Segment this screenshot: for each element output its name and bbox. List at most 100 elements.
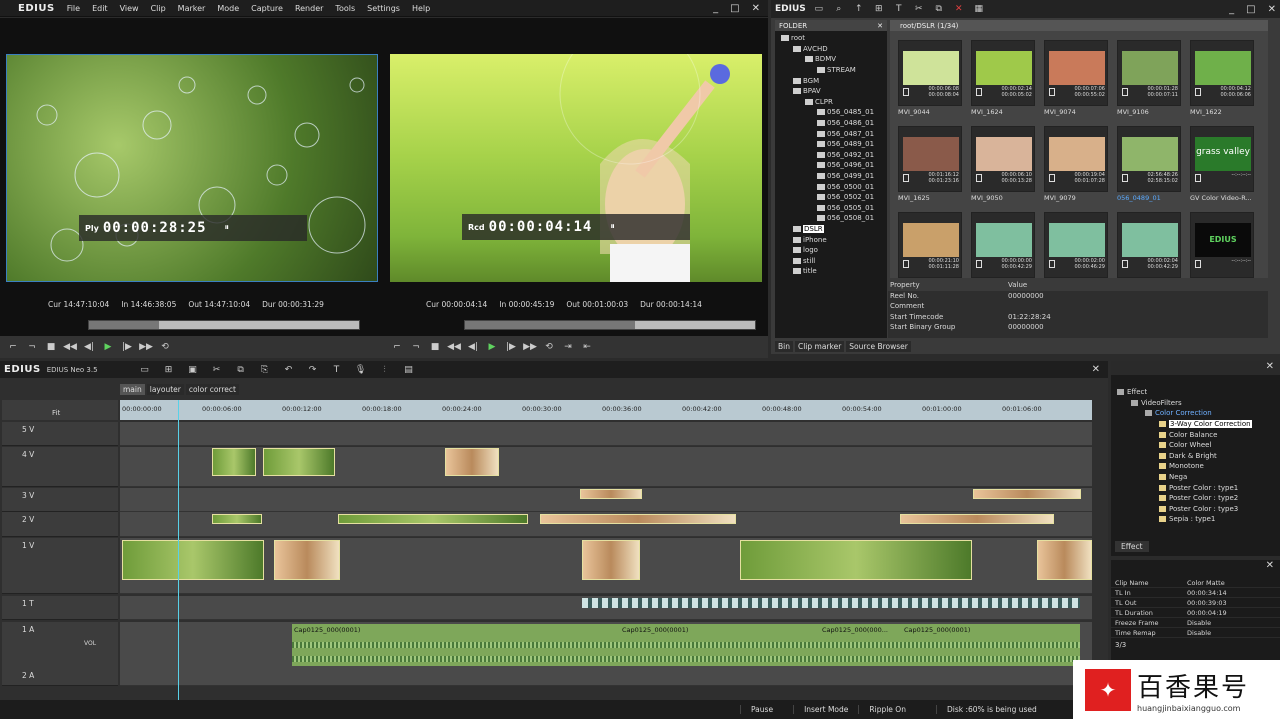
- timeline-clip[interactable]: [445, 448, 499, 476]
- track-header[interactable]: 1 A VOL: [2, 622, 118, 674]
- tree-item[interactable]: logo: [775, 245, 887, 256]
- tree-item[interactable]: BGM: [775, 75, 887, 86]
- clip-thumbnail[interactable]: 00:00:06:08 00:00:08:04: [898, 40, 962, 106]
- recorder-scrub-bar[interactable]: [464, 320, 756, 330]
- playhead[interactable]: [178, 400, 179, 700]
- timeline-clip[interactable]: [1037, 540, 1092, 580]
- menu-mode[interactable]: Mode: [211, 4, 245, 13]
- timeline-clip[interactable]: [122, 540, 264, 580]
- effect-item[interactable]: 3-Way Color Correction: [1111, 419, 1280, 430]
- clip-thumbnail[interactable]: 00:00:02:14 00:00:05:02: [971, 40, 1035, 106]
- menu-capture[interactable]: Capture: [245, 4, 289, 13]
- volume-label[interactable]: VOL: [84, 640, 96, 647]
- minimize-icon[interactable]: _: [713, 3, 718, 14]
- open-icon[interactable]: ⊞: [162, 364, 176, 376]
- track-header[interactable]: 5 V: [2, 422, 118, 446]
- step-back-icon[interactable]: ◀|: [82, 341, 96, 353]
- recorder-viewer[interactable]: Rcd 00:00:04:14 ⏸: [390, 54, 762, 282]
- fit-dropdown[interactable]: Fit: [52, 409, 60, 417]
- overwrite-icon[interactable]: ⇤: [580, 341, 594, 353]
- timeline-clip[interactable]: [274, 540, 340, 580]
- timeline-clip[interactable]: [540, 514, 736, 524]
- clip-thumbnail[interactable]: EDIUS --:--:--:--: [1190, 212, 1254, 278]
- timeline-clip[interactable]: [740, 540, 972, 580]
- mixer-icon[interactable]: ⫶: [378, 364, 392, 376]
- timeline-clip[interactable]: [582, 540, 640, 580]
- effect-item[interactable]: Nega: [1111, 472, 1280, 483]
- tree-item[interactable]: 056_0487_01: [775, 128, 887, 139]
- loop-icon[interactable]: ⟲: [158, 341, 172, 353]
- step-forward-icon[interactable]: |▶: [120, 341, 134, 353]
- timeline-clip[interactable]: [900, 514, 1054, 524]
- player-viewer[interactable]: Ply 00:00:28:25 ⏸: [6, 54, 378, 282]
- track-body[interactable]: [120, 422, 1092, 446]
- add-clip-icon[interactable]: ⊞: [872, 3, 886, 15]
- timeline-clip[interactable]: [212, 514, 262, 524]
- folder-close-icon[interactable]: ✕: [877, 22, 883, 30]
- tab-effect[interactable]: Effect: [1115, 541, 1149, 552]
- tree-item[interactable]: 056_0499_01: [775, 171, 887, 182]
- menu-file[interactable]: File: [61, 4, 86, 13]
- bin-maximize-icon[interactable]: □: [1246, 4, 1255, 15]
- title-icon[interactable]: T: [330, 364, 344, 376]
- timeline-clip[interactable]: [212, 448, 256, 476]
- tree-item[interactable]: 056_0502_01: [775, 192, 887, 203]
- effect-item[interactable]: Monotone: [1111, 461, 1280, 472]
- tree-item[interactable]: 056_0489_01: [775, 139, 887, 150]
- clip-thumbnail[interactable]: 00:00:01:28 00:00:07:11: [1117, 40, 1181, 106]
- tree-item[interactable]: 056_0500_01: [775, 181, 887, 192]
- delete-icon[interactable]: ✕: [952, 3, 966, 15]
- mic-icon[interactable]: 🎙: [354, 364, 368, 376]
- fast-forward-icon[interactable]: ▶▶: [523, 341, 537, 353]
- view-icon[interactable]: ▦: [972, 3, 986, 15]
- menu-tools[interactable]: Tools: [329, 4, 361, 13]
- tab-source-browser[interactable]: Source Browser: [846, 341, 911, 352]
- play-icon[interactable]: ▶: [485, 341, 499, 353]
- tab-color-correct[interactable]: color correct: [185, 384, 239, 395]
- bin-close-icon[interactable]: ✕: [1268, 4, 1276, 15]
- menu-settings[interactable]: Settings: [361, 4, 406, 13]
- tab-main[interactable]: main: [120, 384, 145, 395]
- track-header[interactable]: 1 T: [2, 596, 118, 620]
- tree-item[interactable]: CLPR: [775, 97, 887, 108]
- copy-icon[interactable]: ⧉: [932, 3, 946, 15]
- clip-thumbnail[interactable]: 00:00:02:04 00:00:42:29: [1117, 212, 1181, 278]
- tree-item[interactable]: STREAM: [775, 65, 887, 76]
- loop-icon[interactable]: ⟲: [542, 341, 556, 353]
- clip-thumbnail[interactable]: 00:00:02:00 00:00:46:29: [1044, 212, 1108, 278]
- tab-bin[interactable]: Bin: [775, 341, 793, 352]
- set-out-icon[interactable]: ¬: [25, 341, 39, 353]
- clip-thumbnail[interactable]: 00:00:07:06 00:00:55:02: [1044, 40, 1108, 106]
- stop-icon[interactable]: ■: [428, 341, 442, 353]
- menu-help[interactable]: Help: [406, 4, 436, 13]
- timeline-clip[interactable]: [338, 514, 528, 524]
- menu-marker[interactable]: Marker: [172, 4, 212, 13]
- menu-clip[interactable]: Clip: [145, 4, 172, 13]
- tree-item[interactable]: BPAV: [775, 86, 887, 97]
- timeline-ruler[interactable]: 00:00:00:00 00:00:06:00 00:00:12:00 00:00:1…: [120, 400, 1092, 420]
- effect-item[interactable]: Color Wheel: [1111, 440, 1280, 451]
- timeline-clip[interactable]: [580, 489, 642, 499]
- effect-item[interactable]: Color Correction: [1111, 408, 1280, 419]
- menu-edit[interactable]: Edit: [86, 4, 114, 13]
- effect-item[interactable]: VideoFilters: [1111, 398, 1280, 409]
- paste-icon[interactable]: ⎘: [258, 364, 272, 376]
- tree-item[interactable]: root: [775, 33, 887, 44]
- copy-icon[interactable]: ⧉: [234, 364, 248, 376]
- player-scrub-bar[interactable]: [88, 320, 360, 330]
- effect-item[interactable]: Dark & Bright: [1111, 451, 1280, 462]
- clip-thumbnail[interactable]: grass valley --:--:--:--: [1190, 126, 1254, 192]
- timeline-clip[interactable]: [973, 489, 1081, 499]
- tree-item[interactable]: iPhone: [775, 234, 887, 245]
- timeline-close-icon[interactable]: ✕: [1092, 364, 1108, 375]
- effect-item[interactable]: Color Balance: [1111, 429, 1280, 440]
- maximize-icon[interactable]: □: [730, 3, 739, 14]
- tree-item[interactable]: 056_0486_01: [775, 118, 887, 129]
- set-in-icon[interactable]: ⌐: [6, 341, 20, 353]
- clip-thumbnail[interactable]: 00:00:19:04 00:01:07:28: [1044, 126, 1108, 192]
- rewind-icon[interactable]: ◀◀: [447, 341, 461, 353]
- effect-item[interactable]: Poster Color : type3: [1111, 504, 1280, 515]
- track-header[interactable]: 3 V: [2, 488, 118, 512]
- tree-item[interactable]: 056_0492_01: [775, 150, 887, 161]
- menu-render[interactable]: Render: [289, 4, 329, 13]
